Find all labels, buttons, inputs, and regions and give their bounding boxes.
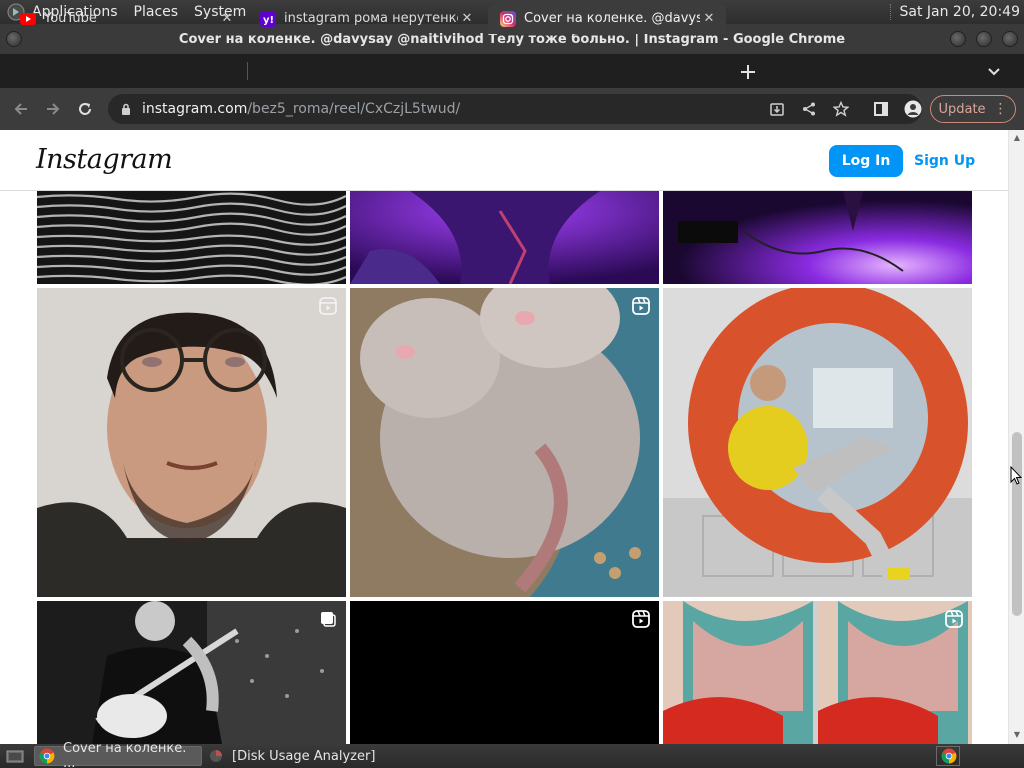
lock-icon[interactable]: [120, 103, 132, 115]
instagram-logo[interactable]: Instagram: [36, 144, 173, 175]
post-thumbnail-purple-figure[interactable]: [350, 191, 659, 284]
youtube-icon: [20, 11, 36, 27]
scroll-up-arrow-icon[interactable]: ▲: [1012, 133, 1022, 143]
share-icon[interactable]: [796, 97, 822, 121]
post-thumbnail-rats[interactable]: [350, 288, 659, 597]
back-button[interactable]: [8, 97, 34, 121]
clip-icon: [321, 612, 336, 627]
clock[interactable]: Sat Jan 20, 20:49: [900, 4, 1021, 20]
close-tab-icon[interactable]: ✕: [700, 10, 718, 28]
instagram-header: Instagram Log In Sign Up: [0, 130, 1008, 191]
close-window-button[interactable]: [1002, 31, 1018, 47]
sign-up-link[interactable]: Sign Up: [914, 145, 975, 177]
taskbar-item-disk-usage[interactable]: [Disk Usage Analyzer]: [204, 746, 384, 766]
install-app-icon[interactable]: [764, 97, 790, 121]
post-thumbnail-purple-stage[interactable]: [663, 191, 972, 284]
tab-separator: [247, 62, 248, 80]
tab-title: instagram рома нерутенко -: [284, 11, 458, 26]
scroll-thumb[interactable]: [1012, 432, 1022, 616]
tab-search-button[interactable]: [982, 60, 1006, 84]
close-tab-icon[interactable]: ✕: [458, 10, 476, 28]
svg-text:y!: y!: [263, 15, 274, 25]
reel-icon: [945, 610, 963, 628]
instagram-icon: [500, 10, 516, 27]
update-button[interactable]: Update ⋮: [930, 95, 1016, 123]
url-path: /bez5_roma/reel/CxCzjL5twud/: [247, 101, 461, 117]
reel-icon: [632, 297, 650, 315]
kebab-menu-icon: ⋮: [993, 101, 1008, 117]
yahoo-icon: y!: [260, 10, 276, 27]
taskbar-item-label: [Disk Usage Analyzer]: [232, 748, 376, 764]
show-desktop-button[interactable]: [2, 746, 30, 766]
url-text: instagram.com/bez5_roma/reel/CxCzjL5twud…: [142, 101, 460, 117]
panel-grip: [889, 4, 894, 20]
log-in-button[interactable]: Log In: [829, 145, 903, 177]
new-tab-button[interactable]: [736, 60, 760, 84]
desktop: Applications Places System Sat Jan 20, 2…: [0, 0, 1024, 768]
page-viewport: Instagram Log In Sign Up: [0, 130, 1024, 744]
mouse-cursor-icon: [1010, 466, 1022, 485]
side-panel-icon[interactable]: [868, 97, 894, 121]
bookmark-star-icon[interactable]: [828, 97, 854, 121]
tab-instagram[interactable]: Cover на коленке. @davysay ✕: [488, 3, 726, 34]
chrome-icon: [39, 748, 55, 764]
page-scrollbar[interactable]: ▲ ▼: [1008, 130, 1024, 744]
tab-youtube[interactable]: YouTube ✕: [8, 3, 244, 34]
post-thumbnail-guitarist[interactable]: [37, 601, 346, 744]
update-label: Update: [938, 101, 986, 117]
url-host: instagram.com: [142, 101, 248, 117]
tray-chrome-icon[interactable]: [936, 746, 960, 766]
minimize-button[interactable]: [950, 31, 966, 47]
bottom-taskbar: Cover на коленке. ... [Disk Usage Analyz…: [0, 741, 1024, 768]
post-thumbnail-tiedye-guitar[interactable]: [663, 601, 972, 744]
scroll-down-arrow-icon[interactable]: ▼: [1012, 730, 1022, 740]
post-thumbnail-orange-chair[interactable]: [663, 288, 972, 597]
forward-button[interactable]: [40, 97, 66, 121]
taskbar-item-label: Cover на коленке. ...: [63, 741, 187, 768]
taskbar-item-chrome[interactable]: Cover на коленке. ...: [34, 741, 202, 768]
tab-strip: [0, 54, 1024, 88]
reel-icon: [632, 610, 650, 628]
profile-avatar-icon[interactable]: [900, 97, 926, 121]
close-tab-icon[interactable]: ✕: [218, 10, 236, 28]
tab-title: YouTube: [44, 11, 97, 26]
post-thumbnail-black[interactable]: [350, 601, 659, 744]
tab-yahoo-search[interactable]: y! instagram рома нерутенко - ✕: [248, 3, 484, 34]
maximize-button[interactable]: [976, 31, 992, 47]
reel-icon: [319, 297, 337, 315]
post-thumbnail-man-glasses[interactable]: [37, 288, 346, 597]
disk-usage-icon: [208, 748, 224, 764]
tab-title: Cover на коленке. @davysay: [524, 11, 700, 26]
post-thumbnail-stripes[interactable]: [37, 191, 346, 284]
reload-button[interactable]: [72, 97, 98, 121]
